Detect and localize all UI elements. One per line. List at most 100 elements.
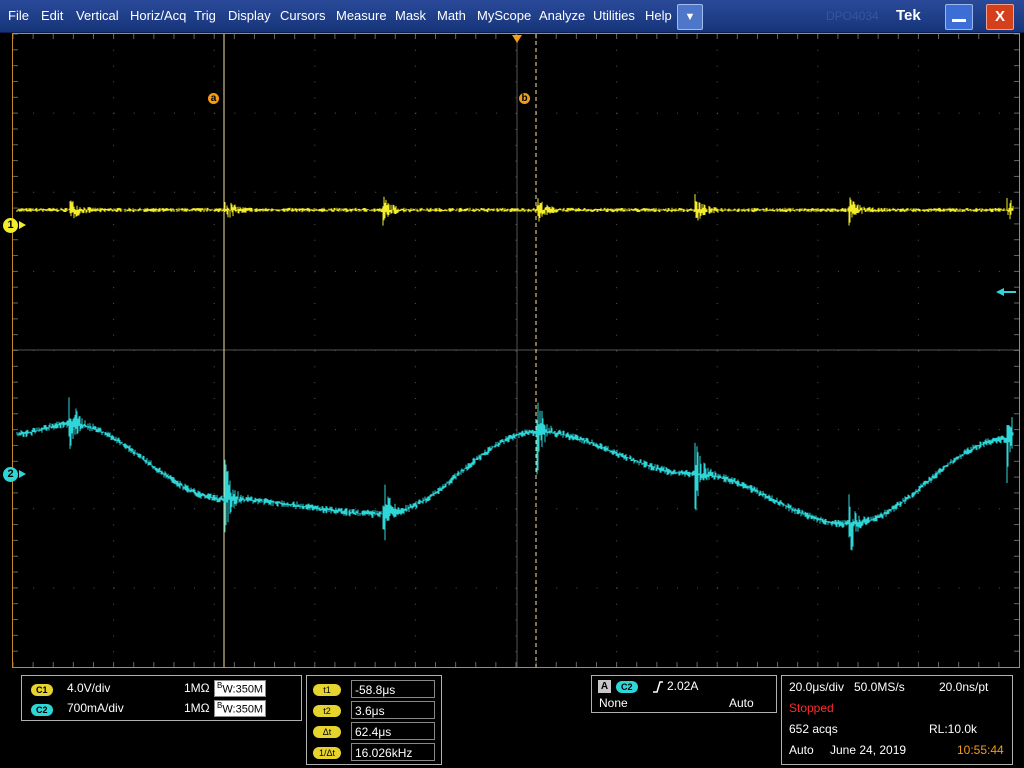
- menu-mask[interactable]: Mask: [395, 0, 426, 32]
- grid-dot: [676, 112, 678, 114]
- acq-count: 652 acqs: [789, 722, 838, 736]
- grid-dot: [716, 287, 718, 289]
- grid-dot: [515, 65, 517, 67]
- cursor-b-label[interactable]: b: [519, 93, 530, 104]
- ch1-waveform: [16, 194, 1014, 226]
- grid-dot: [113, 303, 115, 305]
- grid-dot: [757, 270, 759, 272]
- grid-dot: [213, 619, 215, 621]
- trigger-panel[interactable]: A C2 2.02A None Auto: [591, 675, 777, 713]
- menu-dropdown-button[interactable]: ▼: [677, 4, 703, 30]
- grid-dot: [636, 191, 638, 193]
- grid-dot: [515, 239, 517, 241]
- menu-file[interactable]: File: [8, 0, 29, 32]
- grid-dot: [938, 112, 940, 114]
- grid-dot: [113, 461, 115, 463]
- grid-dot: [194, 112, 196, 114]
- menu-math[interactable]: Math: [437, 0, 466, 32]
- grid-dot: [314, 556, 316, 558]
- grid-dot: [113, 445, 115, 447]
- cursor-a-label[interactable]: a: [208, 93, 219, 104]
- grid-dot: [213, 144, 215, 146]
- grid-dot: [234, 508, 236, 510]
- grid-dot: [475, 270, 477, 272]
- menu-analyze[interactable]: Analyze: [539, 0, 585, 32]
- grid-dot: [314, 65, 316, 67]
- grid-dot: [213, 572, 215, 574]
- grid-dot: [515, 397, 517, 399]
- menu-utilities[interactable]: Utilities: [593, 0, 635, 32]
- trigger-level-icon[interactable]: [996, 288, 1004, 296]
- c2-badge[interactable]: C2: [31, 704, 53, 716]
- grid-dot: [837, 587, 839, 589]
- grid-dot: [73, 270, 75, 272]
- menu-help[interactable]: Help: [645, 0, 672, 32]
- menu-measure[interactable]: Measure: [336, 0, 387, 32]
- grid-dot: [616, 429, 618, 431]
- grid-dot: [294, 191, 296, 193]
- grid-dot: [455, 270, 457, 272]
- menu-horiz-acq[interactable]: Horiz/Acq: [130, 0, 186, 32]
- grid-dot: [213, 318, 215, 320]
- grid-dot: [414, 49, 416, 51]
- menu-myscope[interactable]: MyScope: [477, 0, 531, 32]
- grid-dot: [214, 429, 216, 431]
- grid-dot: [556, 587, 558, 589]
- grid-dot: [475, 112, 477, 114]
- minimize-button[interactable]: [945, 4, 973, 30]
- grid-dot: [415, 112, 417, 114]
- waveform-display[interactable]: [12, 33, 1020, 668]
- grid-dot: [314, 477, 316, 479]
- menu-display[interactable]: Display: [228, 0, 271, 32]
- cursor-readout-panel[interactable]: t1 -58.8μs t2 3.6μs Δt 62.4μs 1/Δt 16.02…: [306, 675, 442, 765]
- ch1-ground-marker[interactable]: 1: [3, 218, 18, 233]
- c1-badge[interactable]: C1: [31, 684, 53, 696]
- grid-dot: [515, 303, 517, 305]
- grid-dot: [515, 318, 517, 320]
- grid-dot: [414, 556, 416, 558]
- c2-impedance: 1MΩ: [184, 701, 210, 715]
- grid-dot: [435, 112, 437, 114]
- grid-dot: [455, 191, 457, 193]
- cursor-inv-dt-row: 1/Δt 16.026kHz: [307, 743, 437, 763]
- menu-trig[interactable]: Trig: [194, 0, 216, 32]
- menu-cursors[interactable]: Cursors: [280, 0, 326, 32]
- menu-vertical[interactable]: Vertical: [76, 0, 119, 32]
- trigger-mode: Auto: [729, 696, 754, 710]
- menu-edit[interactable]: Edit: [41, 0, 63, 32]
- grid-dot: [817, 303, 819, 305]
- grid-dot: [616, 508, 618, 510]
- grid-dot: [757, 508, 759, 510]
- ch2-waveform: [16, 397, 1014, 551]
- channel-settings-panel[interactable]: C1 4.0V/div 1MΩ BW:350M C2 700mA/div 1MΩ…: [21, 675, 302, 721]
- acquisition-panel[interactable]: 20.0μs/div 50.0MS/s 20.0ns/pt Stopped 65…: [781, 675, 1013, 765]
- close-button[interactable]: X: [986, 4, 1014, 30]
- trigger-position-icon[interactable]: [512, 35, 522, 43]
- grid-dot: [375, 587, 377, 589]
- grid-dot: [556, 508, 558, 510]
- grid-dot: [314, 524, 316, 526]
- grid-dot: [213, 255, 215, 257]
- grid-dot: [274, 587, 276, 589]
- grid-dot: [314, 461, 316, 463]
- grid-dot: [777, 270, 779, 272]
- grid-dot: [917, 477, 919, 479]
- grid-dot: [576, 429, 578, 431]
- grid-dot: [716, 524, 718, 526]
- grid-dot: [777, 508, 779, 510]
- ch2-ground-marker[interactable]: 2: [3, 467, 18, 482]
- grid-dot: [234, 112, 236, 114]
- grid-dot: [475, 587, 477, 589]
- grid-dot: [515, 413, 517, 415]
- grid-dot: [616, 318, 618, 320]
- grid-dot: [515, 445, 517, 447]
- grid-dot: [616, 603, 618, 605]
- grid-dot: [556, 429, 558, 431]
- grid-dot: [817, 65, 819, 67]
- grid-dot: [113, 160, 115, 162]
- grid-dot: [716, 556, 718, 558]
- inv-dt-label: 1/Δt: [313, 747, 341, 759]
- grid-dot: [415, 270, 417, 272]
- grid-dot: [213, 81, 215, 83]
- grid-dot: [616, 445, 618, 447]
